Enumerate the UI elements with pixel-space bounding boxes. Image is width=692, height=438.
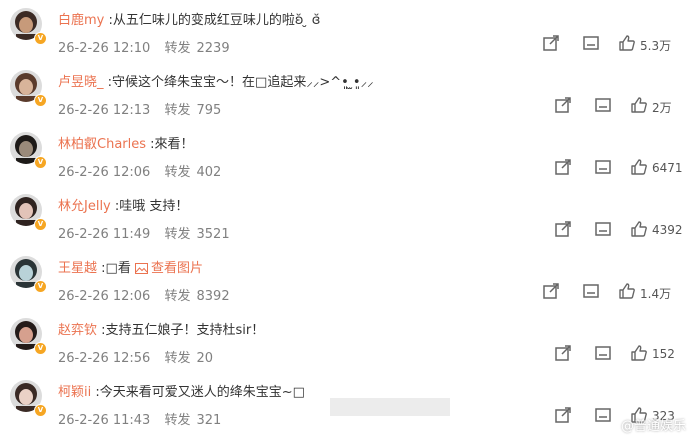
comment-text: 今天来看可爱又迷人的绛朱宝宝~ — [99, 385, 293, 400]
comment-text: 哇哦 支持！ — [119, 199, 189, 214]
comment-timestamp: 26-2-26 12:06 — [58, 289, 151, 304]
username-link[interactable]: 赵弈钦 — [58, 323, 97, 338]
repost-count: 8392 — [196, 289, 230, 304]
username-link[interactable]: 柯颖ii — [58, 385, 91, 400]
comment-line: 林允Jelly :哇哦 支持！ — [58, 199, 189, 214]
share-icon[interactable] — [542, 282, 560, 300]
picture-icon — [134, 263, 148, 274]
repost-link[interactable]: 转发 — [164, 227, 190, 242]
repost-count: 20 — [196, 351, 214, 366]
comment-line: 赵弈钦 :支持五仁娘子！支持杜sir！ — [58, 323, 265, 338]
share-icon[interactable] — [542, 34, 560, 52]
comment-meta: 26-2-26 12:06 转发 8392 — [58, 285, 230, 304]
comment-icon[interactable] — [582, 34, 600, 52]
comment-line: 白鹿my :从五仁味儿的变成红豆味儿的啦ʚ̆ ̮ ɞ̆ — [58, 13, 321, 28]
comment-item: V 林允Jelly :哇哦 支持！ 26-2-26 11:49 转发 3521 4… — [0, 186, 692, 248]
comment-timestamp: 26-2-26 12:13 — [58, 103, 151, 118]
comment-icon[interactable] — [594, 220, 612, 238]
comment-text: 从五仁味儿的变成红豆味儿的啦 — [112, 13, 295, 28]
comment-timestamp: 26-2-26 11:49 — [58, 227, 151, 242]
verified-badge-icon: V — [34, 280, 47, 293]
verified-badge-icon: V — [34, 218, 47, 231]
repost-count: 795 — [196, 103, 222, 118]
comment-line: 林柏叡Charles :來看！ — [58, 137, 194, 152]
repost-link[interactable]: 转发 — [164, 289, 190, 304]
username-link[interactable]: 林允Jelly — [58, 199, 111, 214]
like-icon[interactable] — [618, 34, 636, 52]
comment-icon[interactable] — [594, 96, 612, 114]
like-count: 4392 — [652, 223, 683, 237]
repost-count: 402 — [196, 165, 222, 180]
share-icon[interactable] — [554, 220, 572, 238]
username-link[interactable]: 王星越 — [58, 261, 97, 276]
verified-badge-icon: V — [34, 404, 47, 417]
comment-meta: 26-2-26 12:10 转发 2239 — [58, 37, 230, 56]
repost-link[interactable]: 转发 — [164, 165, 190, 180]
verified-badge-icon: V — [34, 94, 47, 107]
comment-text: 來看！ — [154, 137, 194, 152]
comment-line: 柯颖ii :今天来看可爱又迷人的绛朱宝宝~□ — [58, 385, 305, 400]
repost-count: 321 — [196, 413, 222, 428]
blurred-region — [330, 398, 450, 416]
comment-item: V 赵弈钦 :支持五仁娘子！支持杜sir！ 26-2-26 12:56 转发 20… — [0, 310, 692, 372]
verified-badge-icon: V — [34, 32, 47, 45]
username-link[interactable]: 林柏叡Charles — [58, 137, 146, 152]
share-icon[interactable] — [554, 406, 572, 424]
verified-badge-icon: V — [34, 156, 47, 169]
comment-icon[interactable] — [582, 282, 600, 300]
watermark: @普通娱乐 — [620, 419, 686, 434]
like-count: 1.4万 — [640, 287, 672, 301]
comment-item: V 白鹿my :从五仁味儿的变成红豆味儿的啦ʚ̆ ̮ ɞ̆ 26-2-26 12… — [0, 0, 692, 62]
comment-timestamp: 26-2-26 12:10 — [58, 41, 151, 56]
username-link[interactable]: 白鹿my — [58, 13, 104, 28]
repost-link[interactable]: 转发 — [164, 41, 190, 56]
comment-icon[interactable] — [594, 158, 612, 176]
comment-line: 卢昱晓_ :守候这个绛朱宝宝～！在□追起来⸝⸝>^•͈ ̫•͈⸝⸝ — [58, 75, 374, 90]
comment-meta: 26-2-26 11:43 转发 321 — [58, 409, 221, 428]
share-icon[interactable] — [554, 96, 572, 114]
share-icon[interactable] — [554, 158, 572, 176]
repost-count: 3521 — [196, 227, 230, 242]
emoji-tail: ʚ̆ ̮ ɞ̆ — [294, 13, 321, 28]
emoji-tail: □ — [292, 385, 305, 400]
emoji-tail: ⸝⸝>^•͈ ̫•͈⸝⸝ — [306, 75, 374, 90]
comment-icon[interactable] — [594, 406, 612, 424]
comment-line: 王星越 :□看 查看图片 — [58, 261, 203, 276]
comment-list-screen: { "comments": [ {"user":"白鹿my","text":"从… — [0, 0, 692, 438]
comment-icon[interactable] — [594, 344, 612, 362]
like-icon[interactable] — [630, 344, 648, 362]
comment-item: V 王星越 :□看 查看图片 26-2-26 12:06 转发 8392 1.4万 — [0, 248, 692, 310]
share-icon[interactable] — [554, 344, 572, 362]
comment-meta: 26-2-26 12:06 转发 402 — [58, 161, 221, 180]
repost-link[interactable]: 转发 — [164, 413, 190, 428]
comment-item: V 林柏叡Charles :來看！ 26-2-26 12:06 转发 402 64… — [0, 124, 692, 186]
like-icon[interactable] — [630, 220, 648, 238]
comment-text: 支持五仁娘子！支持杜sir！ — [105, 323, 265, 338]
comment-text: □看 — [105, 261, 131, 276]
comment-item: V 卢昱晓_ :守候这个绛朱宝宝～！在□追起来⸝⸝>^•͈ ̫•͈⸝⸝ 26-2… — [0, 62, 692, 124]
like-icon[interactable] — [630, 96, 648, 114]
comment-timestamp: 26-2-26 11:43 — [58, 413, 151, 428]
like-count: 5.3万 — [640, 39, 672, 53]
comment-meta: 26-2-26 12:13 转发 795 — [58, 99, 221, 118]
like-icon[interactable] — [630, 158, 648, 176]
repost-count: 2239 — [196, 41, 230, 56]
repost-link[interactable]: 转发 — [164, 103, 190, 118]
comment-meta: 26-2-26 11:49 转发 3521 — [58, 223, 230, 242]
comment-text: 守候这个绛朱宝宝～！在□追起来 — [112, 75, 307, 90]
comment-timestamp: 26-2-26 12:06 — [58, 165, 151, 180]
comment-timestamp: 26-2-26 12:56 — [58, 351, 151, 366]
like-count: 152 — [652, 347, 675, 361]
like-icon[interactable] — [618, 282, 636, 300]
comment-meta: 26-2-26 12:56 转发 20 — [58, 347, 213, 366]
view-picture-link[interactable]: 查看图片 — [134, 261, 203, 276]
username-link[interactable]: 卢昱晓_ — [58, 75, 104, 90]
like-count: 6471 — [652, 161, 683, 175]
repost-link[interactable]: 转发 — [164, 351, 190, 366]
like-count: 2万 — [652, 101, 672, 115]
verified-badge-icon: V — [34, 342, 47, 355]
